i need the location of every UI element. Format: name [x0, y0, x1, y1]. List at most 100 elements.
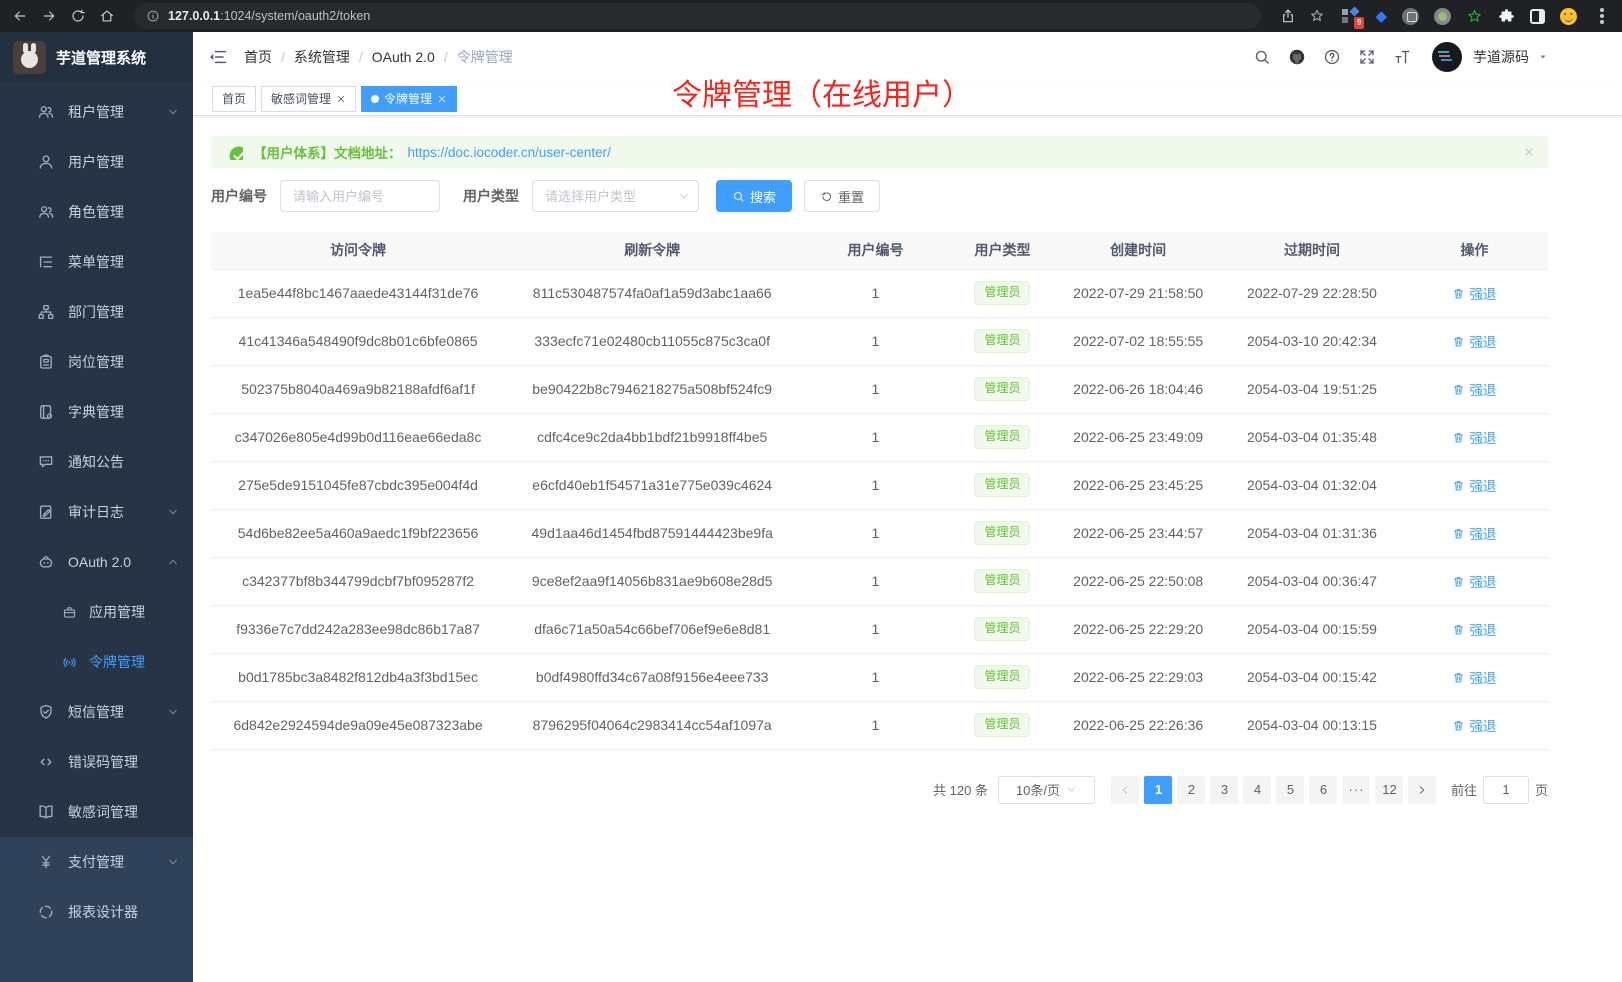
user-name[interactable]: 芋道源码: [1473, 47, 1529, 67]
page-button[interactable]: 3: [1210, 776, 1238, 804]
payment-icon: [37, 853, 55, 871]
extension-command-icon[interactable]: [1402, 8, 1419, 25]
reset-button[interactable]: 重置: [804, 180, 880, 212]
side-panel-icon[interactable]: [1530, 9, 1545, 24]
extension-emoji-icon[interactable]: [1560, 8, 1577, 25]
sidebar-item[interactable]: 租户管理: [0, 87, 193, 137]
sidebar-item[interactable]: 报表设计器: [0, 887, 193, 937]
annotation-text: 令牌管理（在线用户）: [672, 70, 972, 114]
help-icon[interactable]: [1323, 48, 1341, 66]
force-logout-button[interactable]: 强退: [1452, 283, 1496, 303]
breadcrumb-item[interactable]: 首页: [244, 47, 294, 67]
breadcrumb-item[interactable]: OAuth 2.0: [372, 49, 457, 65]
site-info-icon[interactable]: [146, 9, 160, 23]
caret-down-icon[interactable]: [1538, 52, 1548, 62]
force-logout-button[interactable]: 强退: [1452, 619, 1496, 639]
goto-page-input[interactable]: [1483, 776, 1529, 804]
breadcrumb-item[interactable]: 系统管理: [294, 47, 372, 67]
sidebar-item[interactable]: 用户管理: [0, 137, 193, 187]
fullscreen-icon[interactable]: [1358, 48, 1376, 66]
dictionary-icon: [37, 403, 55, 421]
sidebar-item[interactable]: 令牌管理: [0, 637, 193, 687]
home-icon[interactable]: [99, 8, 115, 24]
share-icon[interactable]: [1280, 8, 1296, 24]
force-logout-button[interactable]: 强退: [1452, 475, 1496, 495]
user-id-input[interactable]: [280, 180, 440, 212]
search-icon[interactable]: [1253, 48, 1271, 66]
access-token-cell: c347026e805e4d99b0d116eae66eda8c: [211, 413, 505, 461]
extension-gem-icon[interactable]: ◆: [1375, 9, 1387, 24]
menu-tree-icon: [37, 253, 55, 271]
report-designer-icon: [37, 903, 55, 921]
user-id-label: 用户编号: [211, 186, 267, 206]
actions-cell: 强退: [1401, 653, 1548, 701]
view-tab[interactable]: 首页: [212, 86, 256, 112]
page-button[interactable]: 1: [1144, 776, 1172, 804]
sidebar-item[interactable]: 错误码管理: [0, 737, 193, 787]
extension-blocks-icon[interactable]: 9: [1342, 7, 1360, 25]
close-tab-icon[interactable]: [336, 94, 346, 104]
page-button[interactable]: ···: [1342, 776, 1370, 804]
prev-page-button[interactable]: [1111, 776, 1139, 804]
sidebar-item[interactable]: 角色管理: [0, 187, 193, 237]
forward-icon[interactable]: [41, 8, 57, 24]
sidebar-item[interactable]: 岗位管理: [0, 337, 193, 387]
sidebar-item[interactable]: 支付管理: [0, 837, 193, 887]
bookmark-star-icon[interactable]: [1309, 8, 1325, 24]
force-logout-button[interactable]: 强退: [1452, 379, 1496, 399]
sidebar-item[interactable]: OAuth 2.0: [0, 537, 193, 587]
force-logout-button[interactable]: 强退: [1452, 523, 1496, 543]
alert-close-icon[interactable]: [1523, 146, 1535, 158]
sidebar-toggle-icon[interactable]: [208, 47, 228, 67]
force-logout-button[interactable]: 强退: [1452, 331, 1496, 351]
github-icon[interactable]: [1288, 48, 1306, 66]
user-type-badge: 管理员: [974, 377, 1030, 401]
post-icon: [37, 353, 55, 371]
breadcrumb-item[interactable]: 令牌管理: [457, 47, 513, 67]
view-tab[interactable]: 令牌管理: [361, 86, 457, 112]
app-logo[interactable]: 芋道管理系统: [0, 32, 193, 82]
close-tab-icon[interactable]: [437, 94, 447, 104]
user-type-badge: 管理员: [974, 329, 1030, 353]
extension-green-star-icon[interactable]: [1466, 8, 1483, 25]
url-bar[interactable]: 127.0.0.1:1024/system/oauth2/token: [134, 3, 1261, 29]
force-logout-button[interactable]: 强退: [1452, 571, 1496, 591]
actions-cell: 强退: [1401, 269, 1548, 317]
extensions-puzzle-icon[interactable]: [1498, 8, 1515, 25]
doc-link[interactable]: https://doc.iocoder.cn/user-center/: [408, 145, 611, 160]
force-logout-button[interactable]: 强退: [1452, 427, 1496, 447]
page-button[interactable]: 6: [1309, 776, 1337, 804]
sidebar-item[interactable]: 应用管理: [0, 587, 193, 637]
search-button[interactable]: 搜索: [716, 180, 792, 212]
user-type-badge: 管理员: [974, 281, 1030, 305]
font-size-icon[interactable]: [1393, 48, 1411, 66]
column-header: 操作: [1401, 232, 1548, 269]
user-avatar[interactable]: [1432, 42, 1462, 72]
oauth-icon: [37, 553, 55, 571]
page-size-select[interactable]: 10条/页: [998, 776, 1095, 804]
view-tab[interactable]: 敏感词管理: [261, 86, 356, 112]
refresh-token-cell: cdfc4ce9c2da4bb1bdf21b9918ff4be5: [505, 413, 799, 461]
chevron-down-icon: [167, 556, 179, 568]
user-type-badge: 管理员: [974, 473, 1030, 497]
page-button[interactable]: 2: [1177, 776, 1205, 804]
user-type-select[interactable]: [532, 180, 699, 212]
reload-icon[interactable]: [70, 8, 86, 24]
page-button[interactable]: 12: [1375, 776, 1403, 804]
browser-menu-icon[interactable]: [1600, 14, 1604, 18]
page-button[interactable]: 4: [1243, 776, 1271, 804]
sidebar-item[interactable]: 通知公告: [0, 437, 193, 487]
sidebar-item[interactable]: 部门管理: [0, 287, 193, 337]
force-logout-button[interactable]: 强退: [1452, 667, 1496, 687]
next-page-button[interactable]: [1408, 776, 1436, 804]
sidebar-item[interactable]: 敏感词管理: [0, 787, 193, 837]
force-logout-button[interactable]: 强退: [1452, 715, 1496, 735]
sidebar-item[interactable]: 字典管理: [0, 387, 193, 437]
page-button[interactable]: 5: [1276, 776, 1304, 804]
sidebar-item[interactable]: 短信管理: [0, 687, 193, 737]
back-icon[interactable]: [12, 8, 28, 24]
user-type-select-input[interactable]: [532, 180, 699, 212]
extension-record-icon[interactable]: [1434, 8, 1451, 25]
sidebar-item[interactable]: 审计日志: [0, 487, 193, 537]
sidebar-item[interactable]: 菜单管理: [0, 237, 193, 287]
